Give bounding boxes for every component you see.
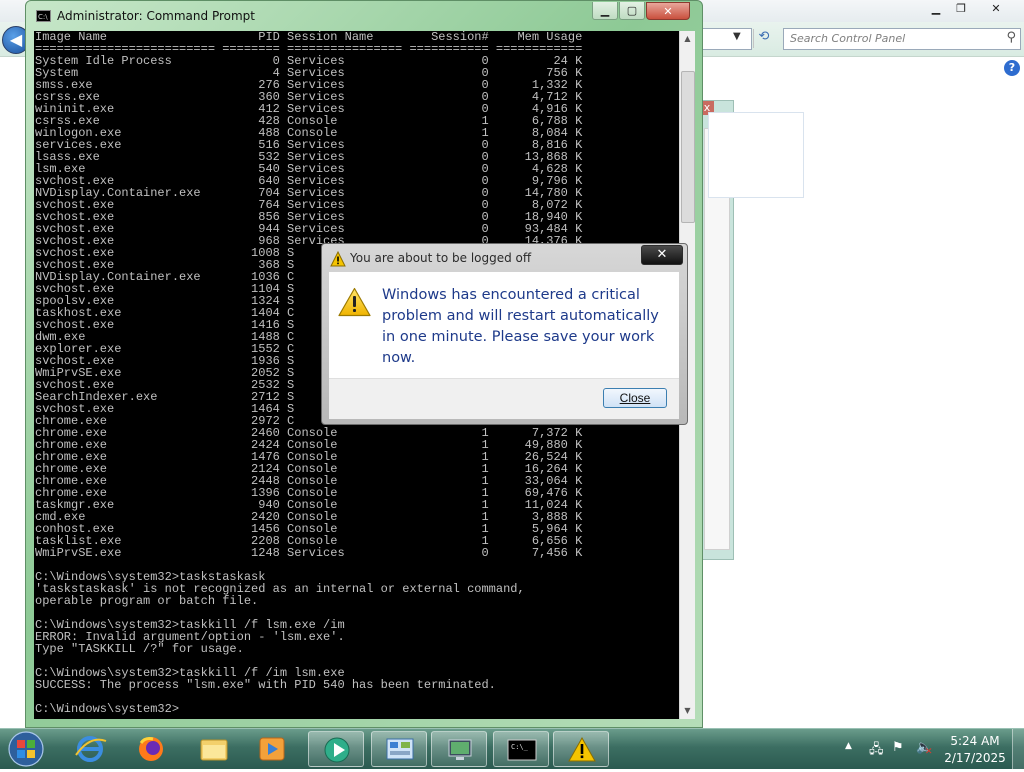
scroll-up-arrow-icon[interactable]: ▲ — [680, 31, 695, 47]
show-hidden-icons-arrow-icon[interactable]: ▲ — [845, 741, 852, 751]
search-icon[interactable]: ⚲ — [1006, 30, 1016, 45]
clock-date[interactable]: 2/17/2025 — [943, 751, 1007, 765]
address-bar[interactable] — [700, 28, 752, 50]
internet-explorer-icon — [75, 736, 107, 762]
console-line: C:\Windows\system32> — [35, 702, 180, 716]
start-button-icon[interactable] — [3, 730, 49, 768]
taskbar-item-control-panel[interactable] — [371, 731, 427, 767]
svg-text:C:\_: C:\_ — [511, 743, 529, 751]
console-line: operable program or batch file. — [35, 594, 259, 608]
show-desktop-button[interactable] — [1012, 729, 1024, 769]
logoff-dialog: You are about to be logged off ✕ Windows… — [321, 243, 688, 425]
console-line: SUCCESS: The process "lsm.exe" with PID … — [35, 678, 496, 692]
minimize-button[interactable]: ▁ — [592, 2, 618, 20]
dialog-message: Windows has encountered a critical probl… — [382, 287, 659, 366]
remote-desktop-icon — [448, 739, 472, 760]
taskbar-item-ie[interactable] — [62, 731, 118, 767]
background-pane — [708, 112, 804, 198]
close-button[interactable]: ✕ — [646, 2, 690, 20]
dialog-close-button[interactable]: ✕ — [641, 245, 683, 265]
close-button[interactable]: Close — [603, 388, 667, 408]
taskbar-item-remote-desktop[interactable] — [431, 731, 487, 767]
action-center-flag-icon[interactable]: ⚑ — [892, 740, 904, 755]
command-prompt-icon: C:\_ — [507, 739, 537, 761]
scroll-thumb[interactable] — [681, 71, 695, 223]
close-button[interactable]: ✕ — [980, 0, 1012, 18]
dialog-footer: Close — [329, 378, 679, 419]
taskbar-item-media-player[interactable] — [244, 731, 300, 767]
command-prompt-icon: C:\ — [36, 10, 51, 22]
refresh-icon[interactable]: ⟲ — [753, 29, 774, 48]
warning-icon — [338, 287, 371, 317]
dialog-body: Windows has encountered a critical probl… — [329, 272, 679, 378]
windows-explorer-icon — [200, 739, 228, 761]
restore-button[interactable]: ❐ — [945, 0, 977, 18]
console-line: WmiPrvSE.exe 1248 Services 0 7,456 K — [35, 546, 583, 560]
firefox-icon — [139, 737, 163, 761]
address-dropdown-icon[interactable]: ▼ — [733, 31, 741, 42]
scroll-down-arrow-icon[interactable]: ▼ — [680, 703, 695, 719]
control-panel-icon — [386, 738, 414, 760]
taskbar-item-media-center[interactable] — [308, 731, 364, 767]
help-icon[interactable]: ? — [1004, 60, 1020, 76]
media-player-icon — [259, 737, 285, 761]
taskbar-item-firefox[interactable] — [123, 731, 179, 767]
console-line: Type "TASKKILL /?" for usage. — [35, 642, 244, 656]
network-icon[interactable]: 🖧 — [869, 740, 884, 762]
maximize-button[interactable]: ▢ — [619, 2, 645, 20]
warning-icon — [330, 251, 346, 267]
clock-time[interactable]: 5:24 AM — [943, 734, 1007, 748]
window-title: Administrator: Command Prompt — [57, 9, 255, 23]
taskbar-item-warning[interactable] — [553, 731, 609, 767]
taskbar: C:\_ ▲ 🖧 ⚑ 🔈 ✕ 5:24 AM 2/17/2025 — [0, 728, 1024, 769]
search-placeholder: Search Control Panel — [790, 32, 906, 45]
taskbar-item-command-prompt[interactable]: C:\_ — [493, 731, 549, 767]
warning-icon — [568, 736, 596, 762]
media-center-icon — [324, 737, 350, 763]
system-tray: ▲ 🖧 ⚑ 🔈 ✕ 5:24 AM 2/17/2025 — [843, 729, 1024, 769]
muted-icon: ✕ — [925, 747, 933, 757]
dialog-title: You are about to be logged off — [350, 251, 532, 265]
taskbar-item-explorer[interactable] — [186, 731, 242, 767]
search-input[interactable]: Search Control Panel ⚲ — [783, 28, 1021, 50]
